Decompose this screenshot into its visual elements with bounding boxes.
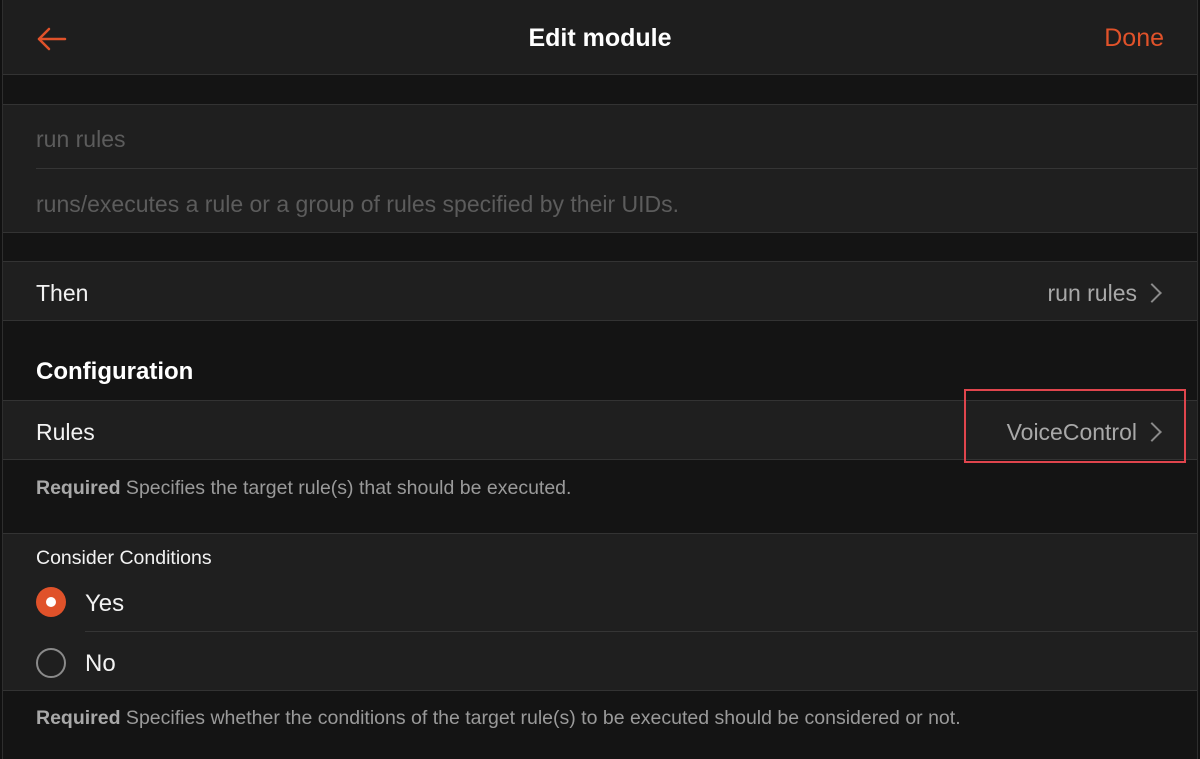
chevron-right-icon: [1142, 283, 1162, 303]
page-title: Edit module: [528, 24, 672, 52]
then-label: Then: [36, 280, 89, 306]
then-row[interactable]: Then run rules: [3, 261, 1197, 321]
navigation-bar: Edit module Done: [3, 0, 1197, 75]
divider: [36, 168, 1197, 169]
required-label: Required: [36, 707, 121, 729]
rules-footnote: Required Specifies the target rule(s) th…: [36, 477, 571, 500]
consider-conditions-group: Consider Conditions Yes No: [3, 533, 1197, 691]
highlight-annotation: [964, 389, 1186, 463]
required-label: Required: [36, 477, 121, 499]
configuration-header: Configuration: [36, 358, 194, 385]
done-button[interactable]: Done: [1104, 24, 1164, 53]
module-info-group: run rules runs/executes a rule or a grou…: [3, 104, 1197, 233]
then-value: run rules: [1047, 280, 1137, 306]
radio-label-no: No: [85, 650, 116, 677]
divider: [85, 631, 1197, 632]
consider-conditions-label: Consider Conditions: [36, 547, 212, 569]
radio-unselected-icon[interactable]: [36, 648, 66, 678]
radio-selected-icon[interactable]: [36, 587, 66, 617]
consider-conditions-footnote-text: Specifies whether the conditions of the …: [120, 707, 961, 729]
radio-label-yes: Yes: [85, 590, 125, 617]
consider-conditions-footnote: Required Specifies whether the condition…: [36, 707, 961, 730]
rules-label: Rules: [36, 419, 95, 445]
module-label-input[interactable]: run rules: [36, 126, 125, 153]
module-description-input[interactable]: runs/executes a rule or a group of rules…: [36, 191, 679, 218]
edit-module-screen: Edit module Done run rules runs/executes…: [2, 0, 1198, 759]
rules-footnote-text: Specifies the target rule(s) that should…: [120, 477, 572, 499]
